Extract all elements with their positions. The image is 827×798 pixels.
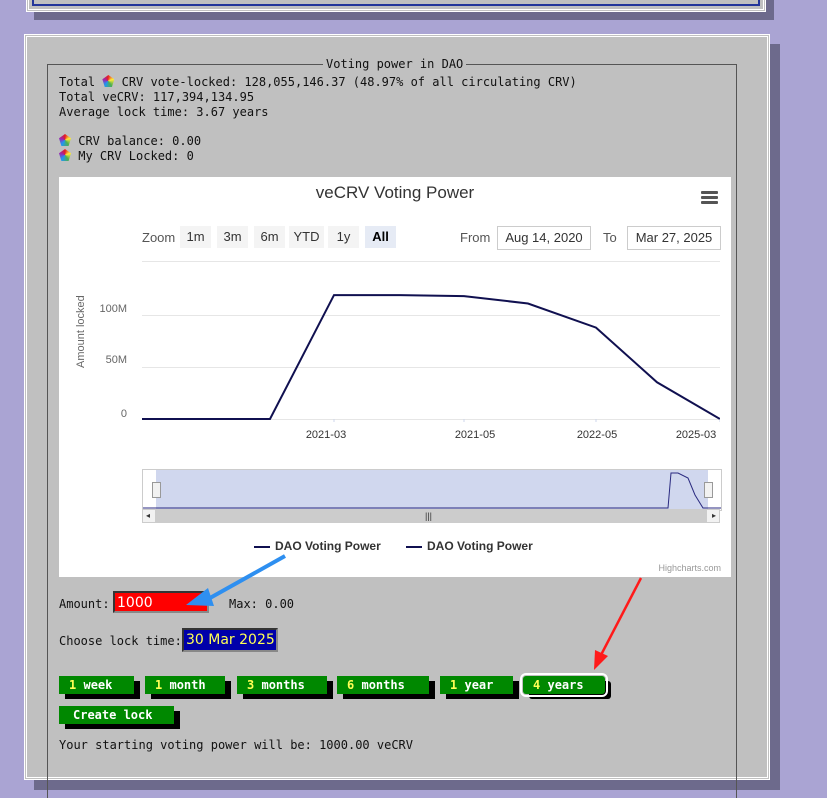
legend-item[interactable]: DAO Voting Power: [406, 539, 533, 553]
crv-token-icon: [59, 149, 71, 161]
lock-num: 1: [450, 678, 458, 692]
y-tick-label: 0: [120, 408, 127, 420]
starting-voting-power: Your starting voting power will be: 1000…: [59, 738, 414, 752]
my-locked-line: My CRV Locked: 0: [59, 149, 194, 164]
zoom-ytd-button[interactable]: YTD: [289, 226, 324, 248]
lock-1-month-button[interactable]: 1 month: [145, 676, 225, 694]
chart-title: veCRV Voting Power: [315, 183, 475, 202]
top-panel-frame: [26, 0, 766, 12]
lock-num: 1: [155, 678, 163, 692]
amount-label: Amount:: [59, 597, 110, 611]
zoom-3m-button[interactable]: 3m: [217, 226, 248, 248]
fieldset-legend: Voting power in DAO: [326, 57, 464, 71]
lock-unit: year: [464, 678, 494, 692]
to-date-input[interactable]: Mar 27, 2025: [627, 226, 721, 250]
lock-unit: months: [261, 678, 305, 692]
lock-unit: month: [169, 678, 206, 692]
legend-label: DAO Voting Power: [275, 539, 381, 553]
zoom-1m-button[interactable]: 1m: [180, 226, 211, 248]
crv-balance: CRV balance: 0.00: [78, 134, 202, 148]
to-label: To: [603, 230, 617, 245]
lock-num: 3: [247, 678, 255, 692]
zoom-label: Zoom: [142, 230, 176, 245]
x-tick-label: 2022-05: [576, 429, 618, 441]
x-tick-label: 2025-03: [675, 429, 717, 441]
plot-area: [142, 294, 720, 422]
total-locked-line: Total CRV vote-locked: 128,055,146.37 (4…: [59, 75, 577, 90]
lock-1-week-button[interactable]: 1 week: [59, 676, 134, 694]
legend-label: DAO Voting Power: [427, 539, 533, 553]
lock-num: 4: [533, 678, 541, 692]
legend-swatch: [254, 545, 270, 548]
legend-item[interactable]: DAO Voting Power: [254, 539, 381, 553]
crv-balance-line: CRV balance: 0.00: [59, 134, 201, 149]
grip-icon: |||: [425, 511, 433, 521]
chart-scrollbar[interactable]: ◂ ||| ▸: [142, 509, 720, 523]
gridline: [142, 261, 720, 262]
vecrv-chart: veCRV Voting Power Zoom 1m 3m 6m YTD 1y …: [59, 177, 731, 577]
lock-unit: years: [547, 678, 584, 692]
crv-token-icon: [59, 134, 71, 146]
max-label: Max: 0.00: [229, 597, 295, 611]
series-line-dao-voting-power: [142, 294, 720, 420]
total-vecrv: Total veCRV: 117,394,134.95: [59, 90, 255, 104]
create-lock-button[interactable]: Create lock: [59, 706, 174, 724]
x-tick-label: 2021-03: [305, 429, 347, 441]
zoom-6m-button[interactable]: 6m: [254, 226, 285, 248]
from-label: From: [460, 230, 491, 245]
top-panel-border: [32, 0, 760, 6]
legend-swatch: [406, 545, 422, 548]
crv-token-icon: [102, 75, 115, 87]
total-locked-text: CRV vote-locked: 128,055,146.37 (48.97% …: [121, 75, 577, 89]
navigator-right-handle[interactable]: [704, 482, 713, 498]
x-tick-label: 2021-05: [454, 429, 496, 441]
navigator-series: [143, 472, 721, 509]
from-date-input[interactable]: Aug 14, 2020: [497, 226, 591, 250]
lock-unit: week: [83, 678, 113, 692]
y-tick-label: 50M: [105, 354, 127, 366]
lock-num: 1: [69, 678, 77, 692]
hamburger-menu-icon[interactable]: [701, 191, 718, 205]
amount-input[interactable]: 1000: [113, 591, 209, 613]
lock-time-label: Choose lock time:: [59, 634, 182, 648]
scroll-right-arrow-icon[interactable]: ▸: [709, 510, 719, 522]
navigator[interactable]: [142, 469, 722, 511]
zoom-all-button[interactable]: All: [365, 226, 396, 248]
navigator-left-handle[interactable]: [152, 482, 161, 498]
lock-4-years-button[interactable]: 4 years: [520, 673, 608, 697]
highcharts-credits[interactable]: Highcharts.com: [658, 563, 721, 573]
scroll-thumb[interactable]: |||: [155, 510, 707, 522]
lock-1-year-button[interactable]: 1 year: [440, 676, 513, 694]
lock-6-months-button[interactable]: 6 months: [337, 676, 429, 694]
average-lock-time: Average lock time: 3.67 years: [59, 105, 269, 119]
lock-date-input[interactable]: 30 Mar 2025: [182, 628, 278, 652]
total-prefix: Total: [59, 75, 96, 89]
scroll-left-arrow-icon[interactable]: ◂: [143, 510, 153, 522]
y-tick-label: 100M: [99, 303, 127, 315]
lock-unit: months: [361, 678, 405, 692]
my-crv-locked: My CRV Locked: 0: [78, 149, 194, 163]
lock-3-months-button[interactable]: 3 months: [237, 676, 327, 694]
y-axis-label: Amount locked: [75, 295, 87, 368]
lock-num: 6: [347, 678, 355, 692]
zoom-1y-button[interactable]: 1y: [328, 226, 359, 248]
